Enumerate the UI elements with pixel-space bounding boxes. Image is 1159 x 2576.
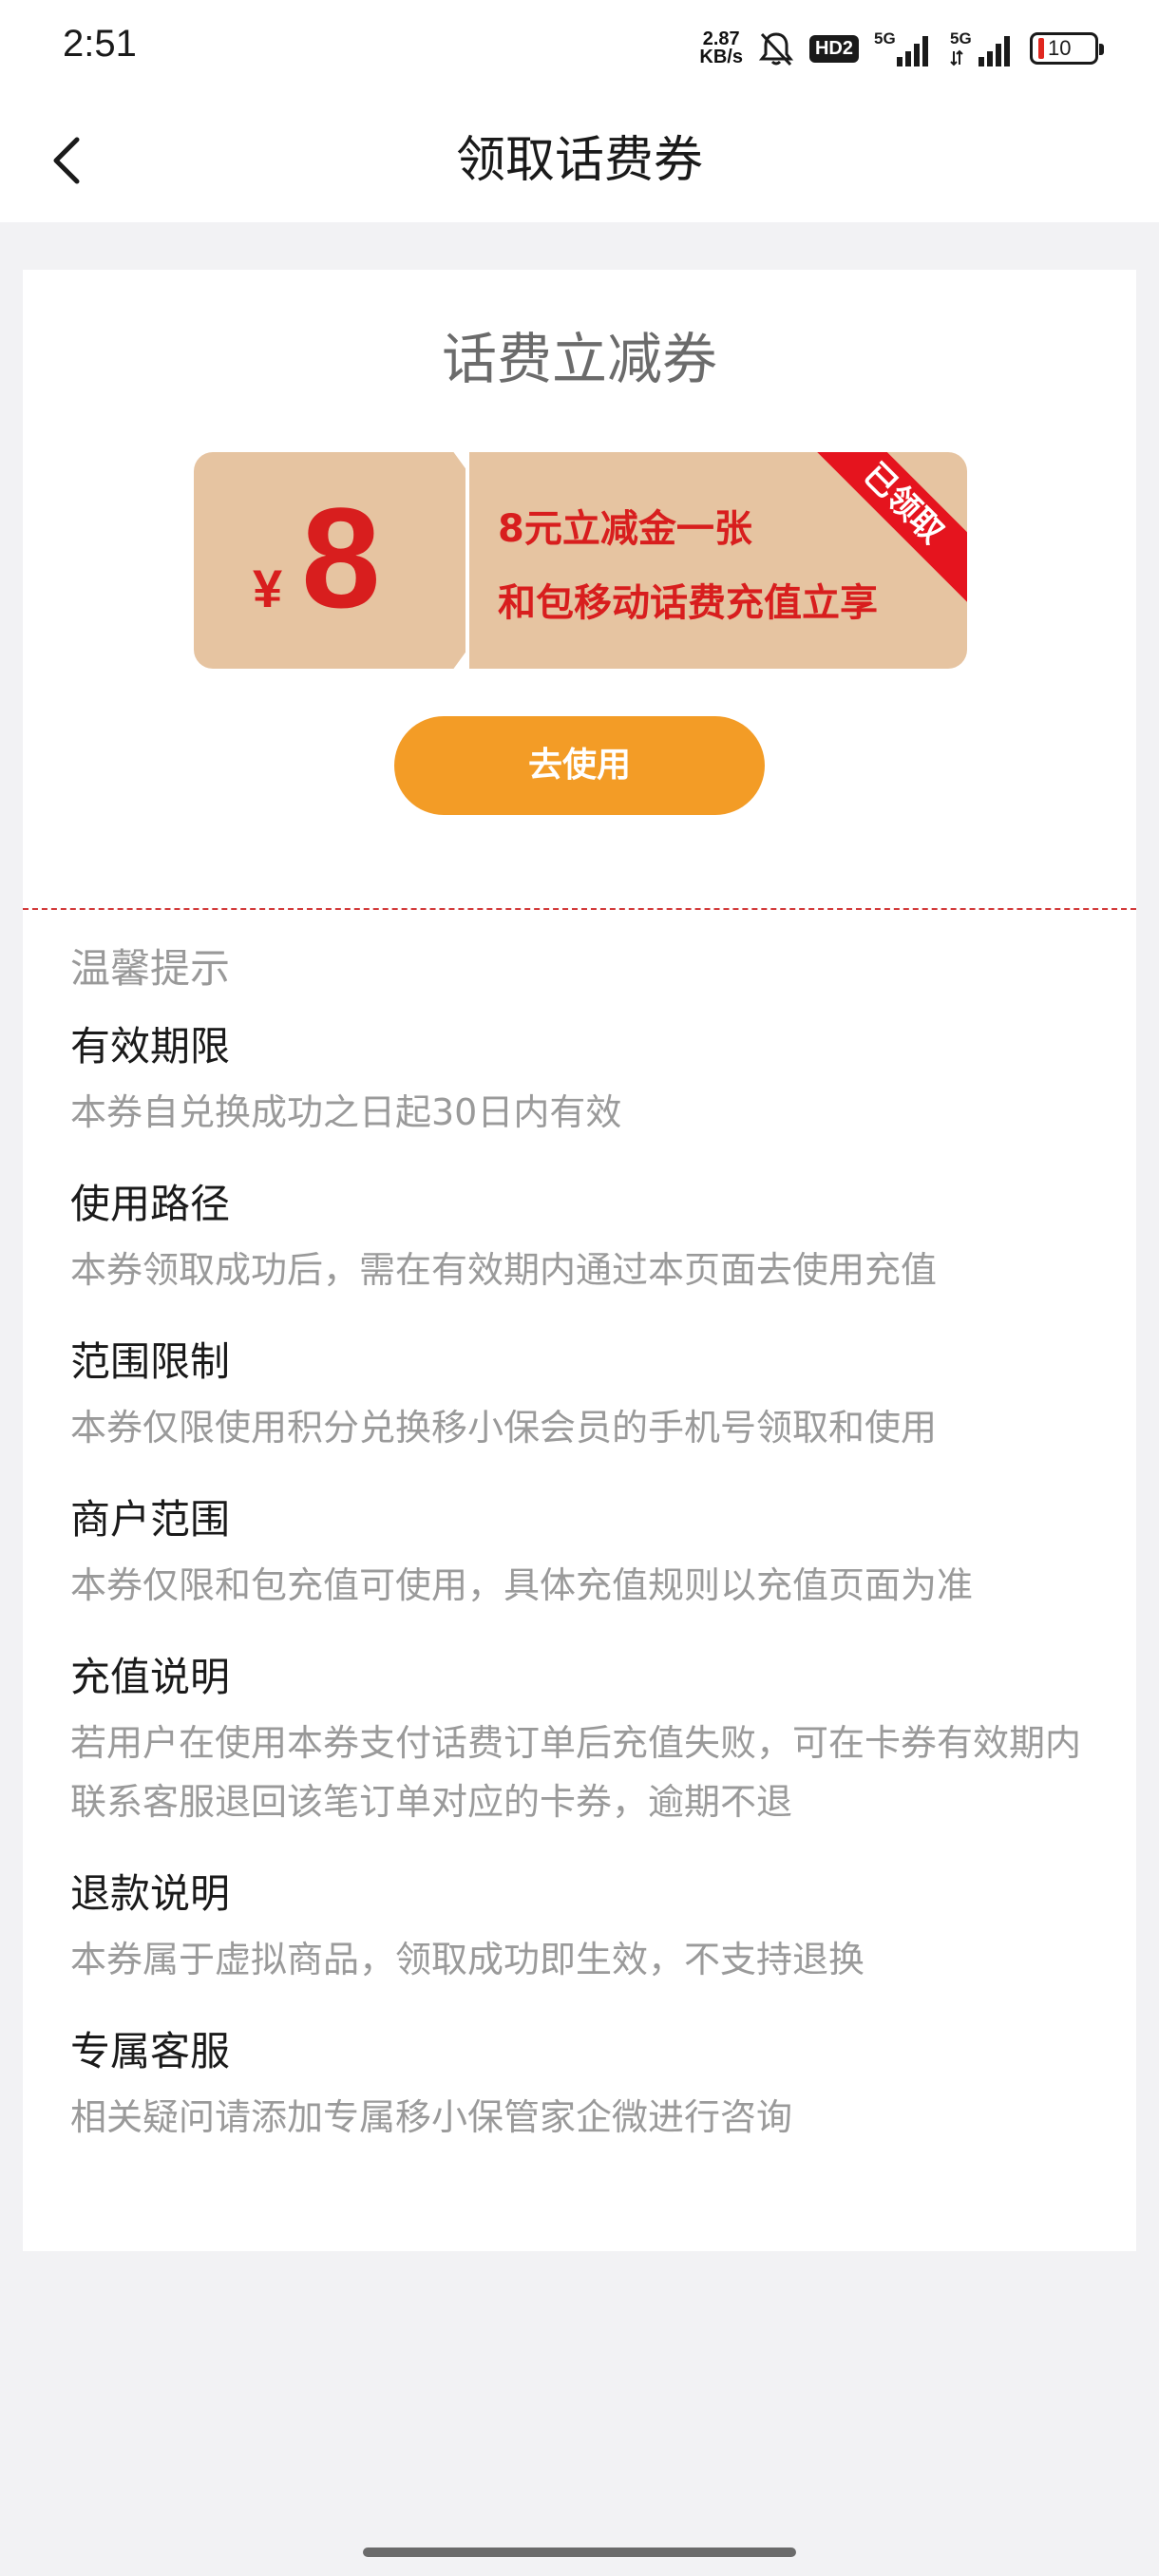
battery-level-fill (1038, 38, 1044, 59)
coupon-description-section: 8元立减金一张 和包移动话费充值立享 已领取 (469, 452, 967, 669)
tip-item-scope-limit: 范围限制 本券仅限使用积分兑换移小保会员的手机号领取和使用 (70, 1334, 1106, 1457)
tip-text: 本券仅限使用积分兑换移小保会员的手机号领取和使用 (70, 1407, 938, 1449)
network-speed-unit: KB/s (699, 47, 743, 67)
coupon-description-line1: 8元立减金一张 (498, 507, 752, 551)
tip-heading: 充值说明 (70, 1654, 231, 1700)
signal-5g-secondary-icon: 5G (948, 28, 1016, 68)
network-speed: 2.87 KB/s (699, 29, 743, 67)
tip-text: 本券属于虚拟商品，领取成功即生效，不支持退换 (70, 1939, 865, 1980)
coupon-ticket: ¥ 8 8元立减金一张 和包移动话费充值立享 已领取 (194, 450, 967, 671)
dashed-divider (23, 908, 1136, 910)
tip-text: 本券自兑换成功之日起30日内有效 (70, 1091, 622, 1133)
tips-section: 温馨提示 有效期限 本券自兑换成功之日起30日内有效 使用路径 本券领取成功后，… (70, 942, 1106, 2181)
tip-heading: 专属客服 (70, 2028, 231, 2074)
tip-item-merchant-scope: 商户范围 本券仅限和包充值可使用，具体充值规则以充值页面为准 (70, 1491, 1106, 1615)
coupon-amount: ¥ 8 (253, 486, 381, 629)
tip-heading: 使用路径 (70, 1181, 231, 1227)
nav-bar: 领取话费券 (0, 99, 1159, 222)
coupon-card: 话费立减券 ¥ 8 8元立减金一张 和包移动话费充值立享 已领取 去使用 温馨提… (23, 270, 1136, 2251)
coupon-currency: ¥ (253, 559, 283, 618)
tip-heading: 退款说明 (70, 1870, 231, 1917)
tips-title: 温馨提示 (70, 945, 231, 992)
tip-item-recharge-notes: 充值说明 若用户在使用本券支付话费订单后充值失败，可在卡券有效期内联系客服退回该… (70, 1649, 1106, 1831)
signal-5g-icon: 5G (872, 28, 935, 68)
status-icons: 2.87 KB/s HD2 5G 5G 10 (699, 25, 1104, 72)
tip-heading: 有效期限 (70, 1023, 231, 1070)
tip-item-validity: 有效期限 本券自兑换成功之日起30日内有效 (70, 1018, 1106, 1142)
battery-level: 10 (1048, 36, 1072, 60)
tip-text: 本券领取成功后，需在有效期内通过本页面去使用充值 (70, 1249, 938, 1291)
status-time: 2:51 (63, 23, 137, 65)
home-indicator[interactable] (363, 2548, 796, 2557)
tip-text: 若用户在使用本券支付话费订单后充值失败，可在卡券有效期内联系客服退回该笔订单对应… (70, 1722, 1082, 1823)
tip-item-customer-service: 专属客服 相关疑问请添加专属移小保管家企微进行咨询 (70, 2023, 1106, 2147)
page-title: 领取话费券 (455, 132, 703, 189)
tip-heading: 商户范围 (70, 1496, 231, 1543)
tip-item-usage-path: 使用路径 本券领取成功后，需在有效期内通过本页面去使用充值 (70, 1176, 1106, 1299)
signal-5g-label-2: 5G (950, 29, 972, 47)
tip-text: 本券仅限和包充值可使用，具体充值规则以充值页面为准 (70, 1564, 974, 1606)
coupon-amount-section: ¥ 8 (194, 452, 466, 669)
card-title: 话费立减券 (441, 327, 717, 391)
tip-item-refund-notes: 退款说明 本券属于虚拟商品，领取成功即生效，不支持退换 (70, 1866, 1106, 1989)
bell-muted-icon (756, 28, 796, 68)
signal-5g-label-1: 5G (874, 29, 896, 47)
coupon-value: 8 (301, 478, 381, 637)
status-bar: 2:51 2.87 KB/s HD2 5G 5G 10 (0, 0, 1159, 99)
tip-heading: 范围限制 (70, 1338, 231, 1385)
use-coupon-button[interactable]: 去使用 (394, 716, 765, 815)
coupon-description-line2: 和包移动话费充值立享 (498, 581, 878, 625)
battery-icon: 10 (1030, 32, 1104, 65)
tip-text: 相关疑问请添加专属移小保管家企微进行咨询 (70, 2096, 793, 2138)
hd-voice-icon: HD2 (808, 34, 859, 63)
